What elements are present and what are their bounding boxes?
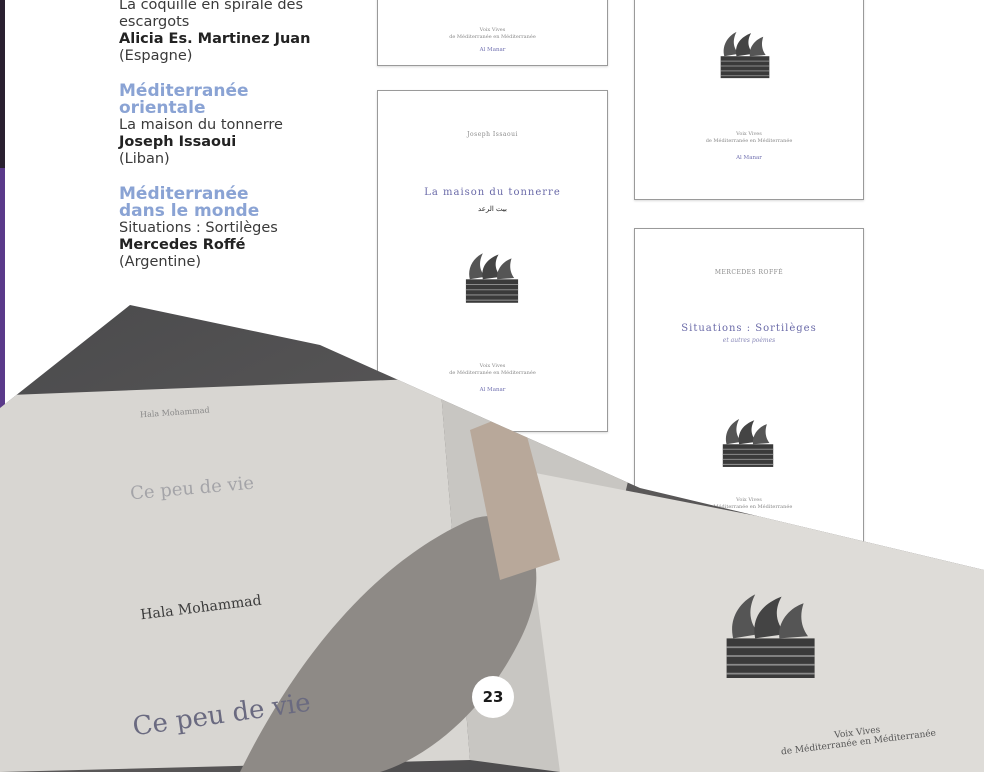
book-photo <box>0 305 984 772</box>
page-number: 23 <box>472 676 514 718</box>
